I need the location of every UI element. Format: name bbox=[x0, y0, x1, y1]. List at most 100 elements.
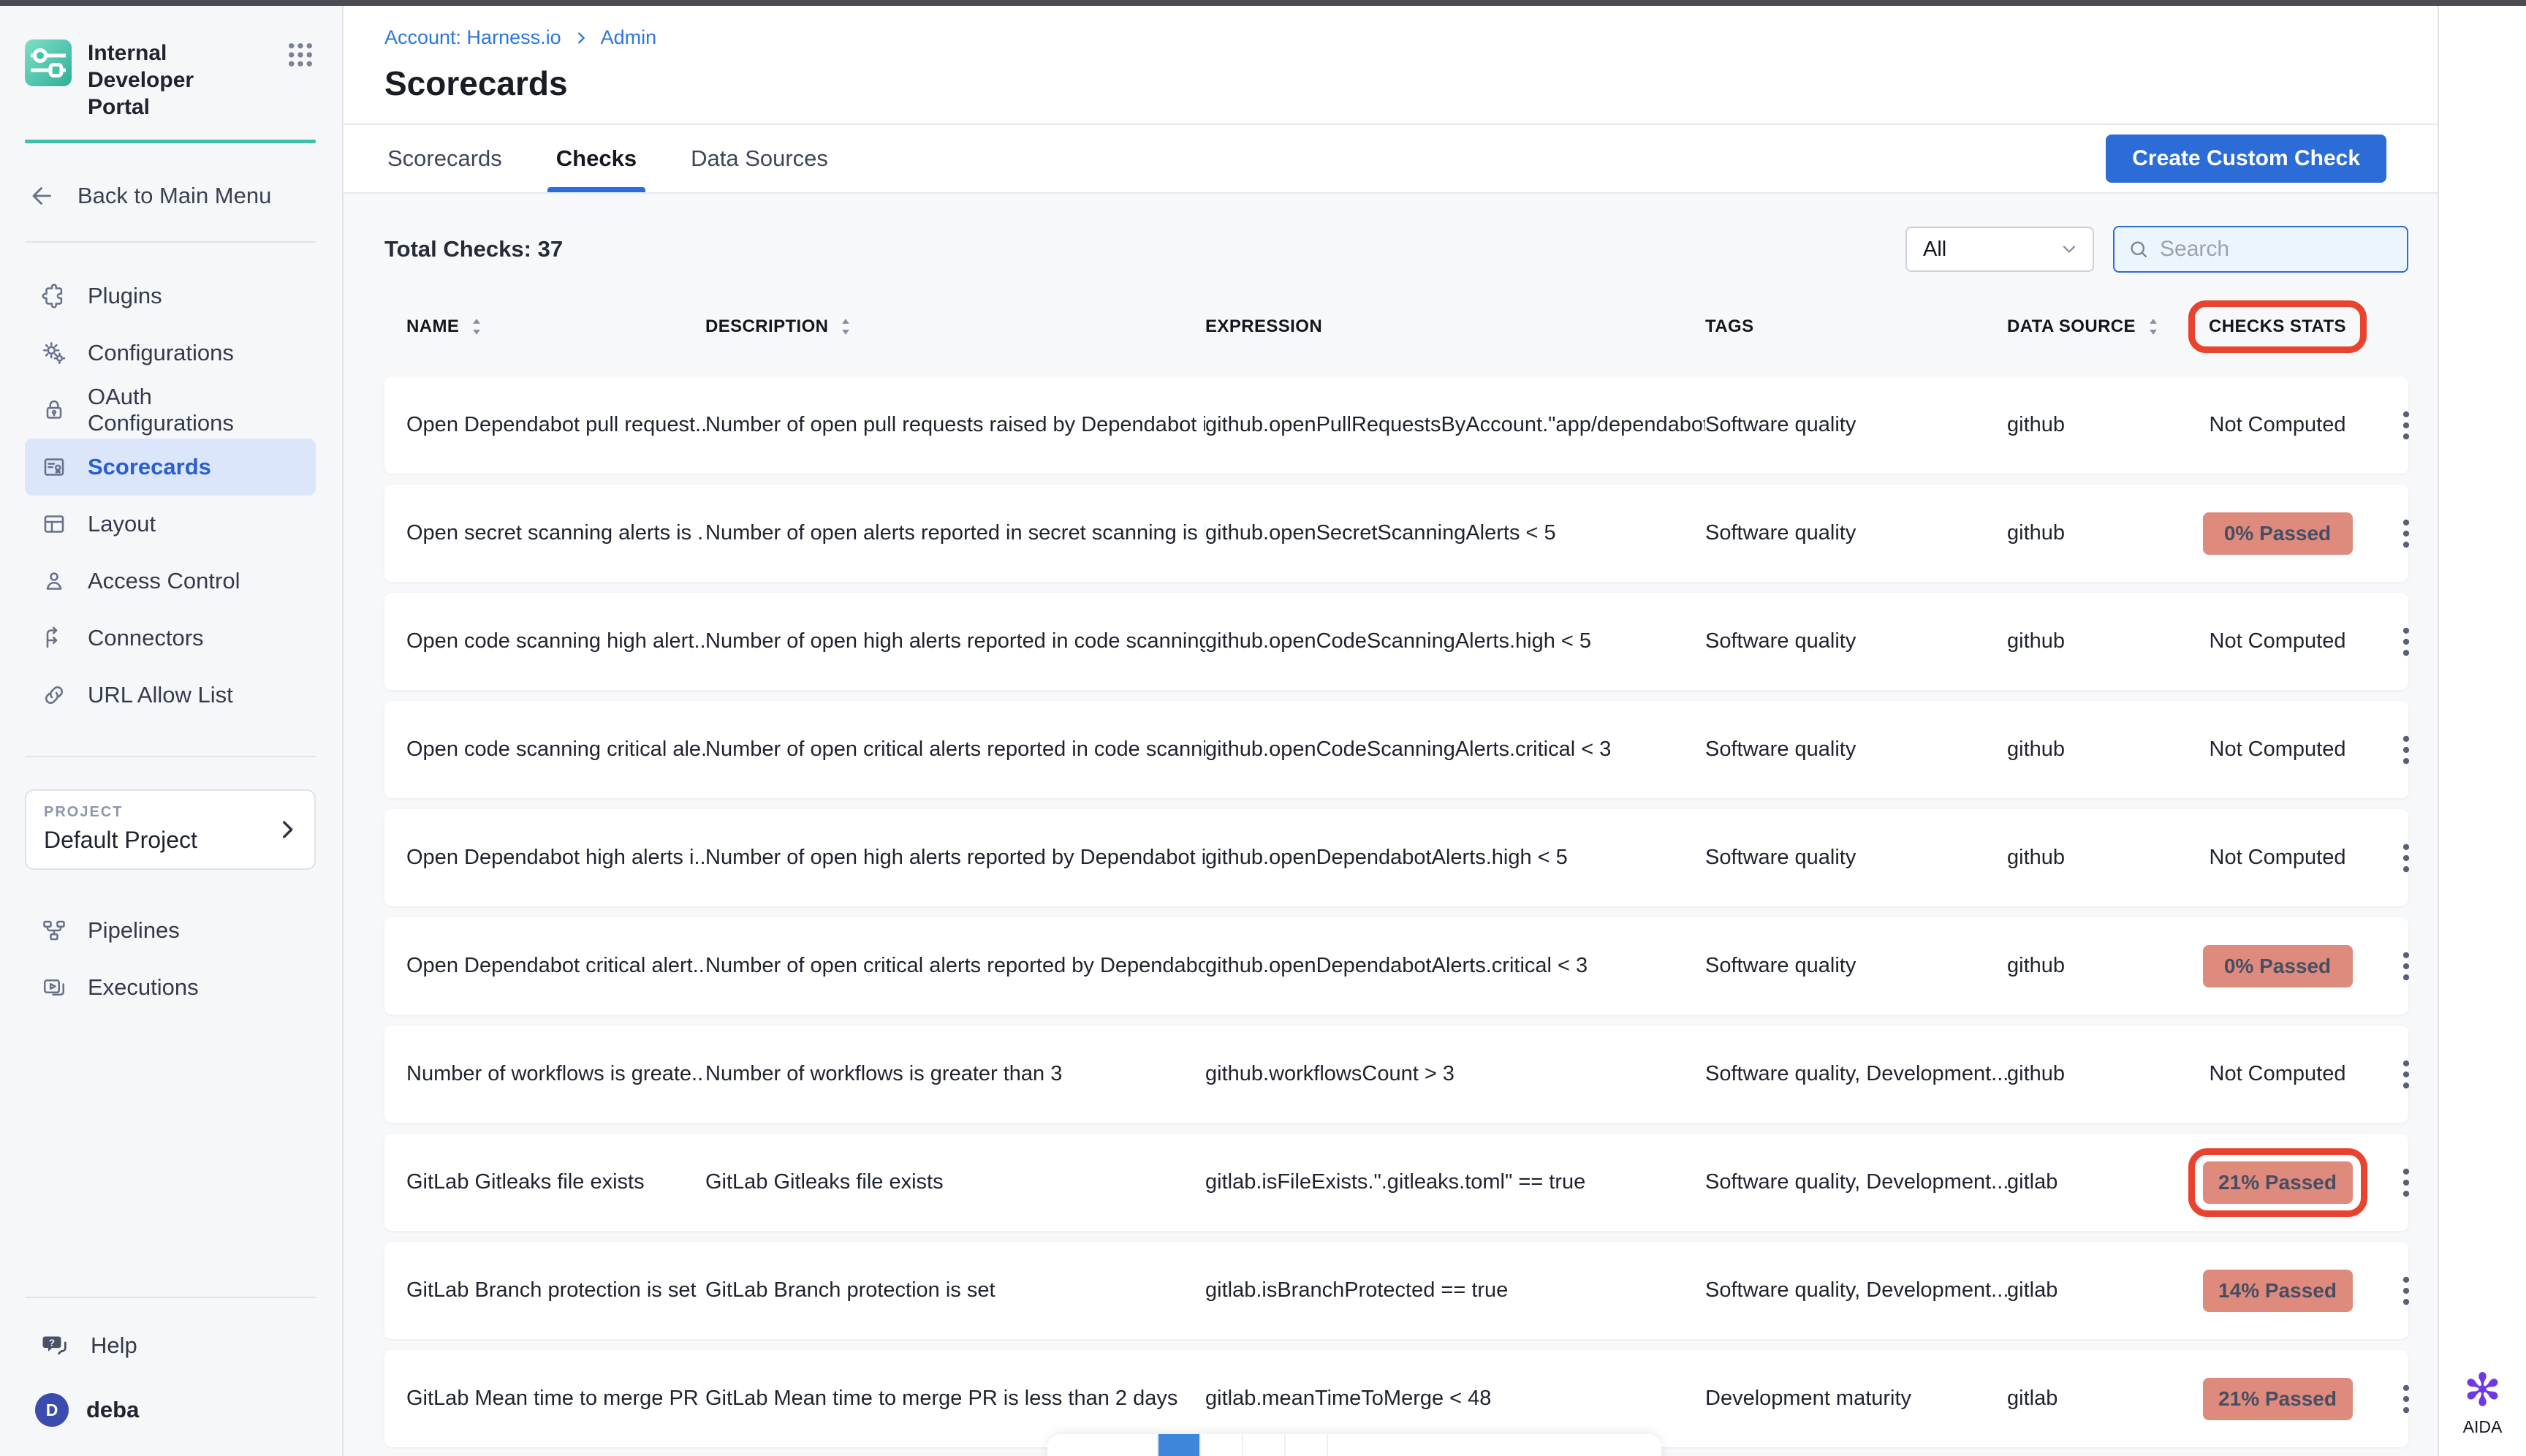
sidebar-item-help[interactable]: ? Help bbox=[25, 1317, 316, 1374]
create-custom-check-button[interactable]: Create Custom Check bbox=[2106, 134, 2386, 183]
controls-row: Total Checks: 37 All bbox=[384, 226, 2408, 273]
aida-assistant-button[interactable]: ✻ AIDA bbox=[2463, 1368, 2503, 1437]
avatar: D bbox=[35, 1393, 69, 1427]
red-annotation-ring bbox=[2188, 1148, 2367, 1217]
pagination-page-button[interactable] bbox=[1284, 1434, 1327, 1456]
check-stats-cell: Not Computed bbox=[2168, 413, 2387, 437]
puzzle-icon bbox=[41, 283, 67, 309]
column-header-description[interactable]: DESCRIPTION bbox=[705, 316, 853, 338]
page-header: Account: Harness.io Admin Scorecards bbox=[344, 6, 2438, 124]
check-data-source-cell: github bbox=[2007, 846, 2168, 870]
kebab-menu-icon[interactable] bbox=[2387, 936, 2425, 997]
stats-badge: 0% Passed bbox=[2203, 945, 2353, 987]
tab-scorecards[interactable]: Scorecards bbox=[384, 125, 505, 192]
sidebar: Internal Developer Portal Back to Main M… bbox=[0, 6, 344, 1456]
pagination-page-button[interactable] bbox=[1242, 1434, 1284, 1456]
project-menu: PipelinesExecutions bbox=[25, 902, 316, 1016]
check-tags-cell: Development maturity bbox=[1705, 1387, 2007, 1411]
column-header-tags[interactable]: TAGS bbox=[1705, 316, 1754, 337]
check-stats-cell: Not Computed bbox=[2168, 738, 2387, 762]
filter-select[interactable]: All bbox=[1905, 227, 2094, 272]
app-grid-icon[interactable] bbox=[285, 39, 316, 70]
check-tags-cell: Software quality bbox=[1705, 521, 2007, 545]
check-name-cell: Open Dependabot pull request... bbox=[406, 413, 705, 437]
kebab-menu-icon[interactable] bbox=[2387, 719, 2425, 781]
pagination-page-button[interactable] bbox=[1047, 1434, 1157, 1456]
column-header-checks-stats[interactable]: CHECKS STATS bbox=[2209, 316, 2346, 337]
sidebar-item-access-control[interactable]: Access Control bbox=[25, 553, 316, 610]
sort-icon[interactable] bbox=[838, 316, 853, 338]
pagination-page-button[interactable] bbox=[1157, 1434, 1199, 1456]
admin-menu: Plugins Configurations OAuth Configuration… bbox=[25, 268, 316, 724]
check-name-cell: GitLab Branch protection is set bbox=[406, 1278, 705, 1303]
tab-checks[interactable]: Checks bbox=[553, 125, 640, 192]
stats-badge: 21% Passed bbox=[2203, 1378, 2353, 1420]
project-selector[interactable]: PROJECT Default Project bbox=[25, 789, 316, 870]
search-input[interactable] bbox=[2160, 237, 2394, 262]
kebab-menu-icon[interactable] bbox=[2387, 395, 2425, 456]
row-actions-cell bbox=[2387, 936, 2425, 997]
back-to-main-menu[interactable]: Back to Main Menu bbox=[25, 183, 316, 209]
brand-divider bbox=[25, 140, 316, 143]
user-menu[interactable]: D deba bbox=[25, 1393, 316, 1427]
sidebar-item-scorecards[interactable]: Scorecards bbox=[25, 439, 316, 496]
sidebar-item-layout[interactable]: Layout bbox=[25, 496, 316, 553]
project-name: Default Project bbox=[44, 827, 273, 854]
chevron-right-icon bbox=[573, 30, 589, 46]
stats-text: Not Computed bbox=[2210, 846, 2346, 870]
sidebar-item-oauth-configurations[interactable]: OAuth Configurations bbox=[25, 382, 316, 439]
kebab-menu-icon[interactable] bbox=[2387, 1260, 2425, 1322]
breadcrumb-account-link[interactable]: Account: Harness.io bbox=[384, 26, 561, 49]
pagination-page-button[interactable] bbox=[1327, 1434, 1661, 1456]
sidebar-item-label: Access Control bbox=[88, 568, 240, 594]
sidebar-item-configurations[interactable]: Configurations bbox=[25, 325, 316, 382]
row-actions-cell bbox=[2387, 719, 2425, 781]
check-name-cell: GitLab Mean time to merge PR ... bbox=[406, 1387, 705, 1411]
kebab-menu-icon[interactable] bbox=[2387, 1152, 2425, 1213]
checks-content: Total Checks: 37 All bbox=[344, 194, 2438, 1456]
column-header-data-source[interactable]: DATA SOURCE bbox=[2007, 316, 2161, 338]
check-description-cell: Number of open critical alerts reported … bbox=[705, 738, 1205, 762]
kebab-menu-icon[interactable] bbox=[2387, 1368, 2425, 1430]
row-actions-cell bbox=[2387, 503, 2425, 564]
breadcrumb-admin-link[interactable]: Admin bbox=[601, 26, 657, 49]
check-expression-cell: github.openPullRequestsByAccount."app/de… bbox=[1205, 413, 1705, 437]
executions-icon bbox=[41, 974, 67, 1001]
sidebar-item-pipelines[interactable]: Pipelines bbox=[25, 902, 316, 959]
check-data-source-cell: github bbox=[2007, 413, 2168, 437]
filter-select-value: All bbox=[1923, 238, 1946, 262]
sidebar-item-url-allow-list[interactable]: URL Allow List bbox=[25, 667, 316, 724]
sidebar-item-plugins[interactable]: Plugins bbox=[25, 268, 316, 325]
gears-icon bbox=[41, 340, 67, 366]
sidebar-divider bbox=[25, 1297, 316, 1298]
check-name-cell: Open Dependabot critical alert... bbox=[406, 954, 705, 978]
link-icon bbox=[41, 682, 67, 708]
kebab-menu-icon[interactable] bbox=[2387, 827, 2425, 889]
check-stats-cell: Not Computed bbox=[2168, 1062, 2387, 1086]
sort-icon[interactable] bbox=[469, 316, 484, 338]
table-header: NAME DESCRIPTION EXPRESSION TAGS DATA SOURCE… bbox=[384, 303, 2408, 350]
column-header-name[interactable]: NAME bbox=[406, 316, 484, 338]
kebab-menu-icon[interactable] bbox=[2387, 503, 2425, 564]
sidebar-item-connectors[interactable]: Connectors bbox=[25, 610, 316, 667]
sidebar-item-label: OAuth Configurations bbox=[88, 384, 300, 436]
table-row: Open code scanning high alert...Number o… bbox=[384, 593, 2408, 690]
sort-icon[interactable] bbox=[2146, 316, 2161, 338]
pagination-page-button[interactable] bbox=[1199, 1434, 1242, 1456]
check-expression-cell: gitlab.isFileExists.".gitleaks.toml" == … bbox=[1205, 1170, 1705, 1194]
scorecard-icon bbox=[41, 454, 67, 480]
help-chat-icon: ? bbox=[41, 1331, 70, 1360]
tab-data-sources[interactable]: Data Sources bbox=[688, 125, 831, 192]
kebab-menu-icon[interactable] bbox=[2387, 1044, 2425, 1105]
check-data-source-cell: github bbox=[2007, 629, 2168, 653]
kebab-menu-icon[interactable] bbox=[2387, 611, 2425, 672]
sidebar-item-executions[interactable]: Executions bbox=[25, 959, 316, 1016]
sidebar-item-label: Configurations bbox=[88, 340, 234, 366]
column-label: EXPRESSION bbox=[1205, 316, 1322, 337]
sidebar-item-label: Connectors bbox=[88, 625, 204, 651]
column-header-expression[interactable]: EXPRESSION bbox=[1205, 316, 1322, 337]
main-area: Account: Harness.io Admin Scorecards Sco… bbox=[344, 6, 2438, 1456]
table-row: Open Dependabot critical alert...Number … bbox=[384, 917, 2408, 1015]
check-data-source-cell: github bbox=[2007, 954, 2168, 978]
check-name-cell: Number of workflows is greate... bbox=[406, 1062, 705, 1086]
